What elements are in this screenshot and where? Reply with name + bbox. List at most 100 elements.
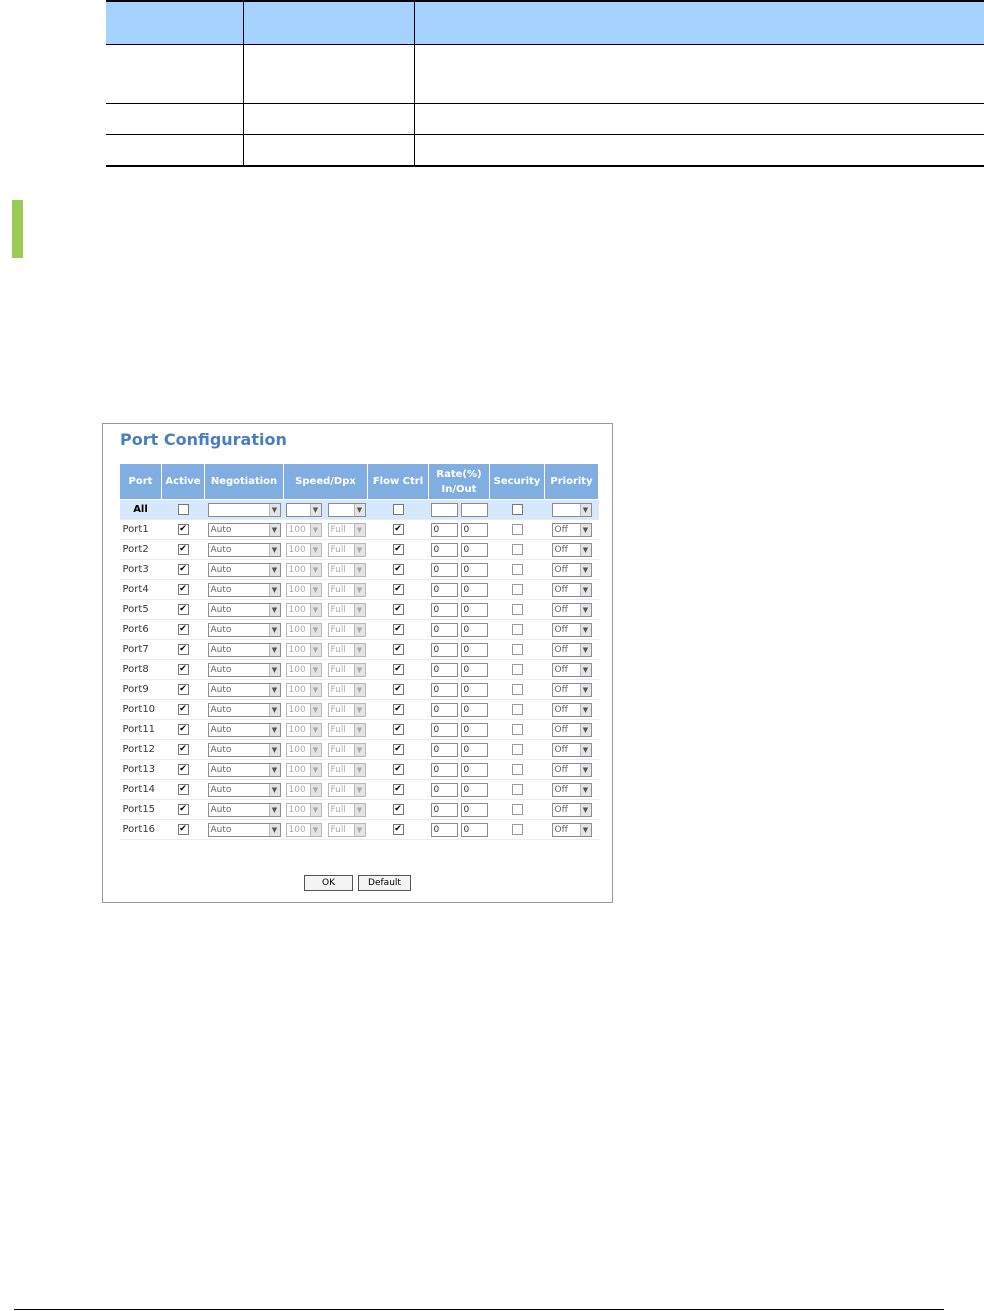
port-duplex-select[interactable]: Full ▼: [327, 742, 366, 757]
port-duplex-select[interactable]: Full ▼: [327, 602, 366, 617]
port-flow-ctrl-checkbox[interactable]: ✔: [392, 643, 404, 655]
port-security-checkbox[interactable]: [511, 803, 523, 815]
port-flow-ctrl-checkbox[interactable]: ✔: [392, 723, 404, 735]
port-speed-select[interactable]: 100 ▼: [285, 682, 322, 697]
port-flow-ctrl-checkbox[interactable]: ✔: [392, 623, 404, 635]
port-active-checkbox[interactable]: ✔: [177, 763, 189, 775]
port-flow-ctrl-checkbox[interactable]: ✔: [392, 583, 404, 595]
port-duplex-select[interactable]: Full ▼: [327, 642, 366, 657]
port-rate-out-input[interactable]: 0: [460, 602, 488, 617]
port-rate-in-input[interactable]: 0: [430, 802, 458, 817]
port-speed-select[interactable]: 100 ▼: [285, 582, 322, 597]
port-speed-select[interactable]: 100 ▼: [285, 522, 322, 537]
port-flow-ctrl-checkbox[interactable]: ✔: [392, 703, 404, 715]
port-negotiation-select[interactable]: Auto ▼: [207, 662, 281, 677]
port-negotiation-select[interactable]: Auto ▼: [207, 542, 281, 557]
port-speed-select[interactable]: 100 ▼: [285, 782, 322, 797]
port-priority-select[interactable]: Off ▼: [551, 722, 592, 737]
port-priority-select[interactable]: Off ▼: [551, 702, 592, 717]
port-priority-select[interactable]: Off ▼: [551, 802, 592, 817]
port-security-checkbox[interactable]: [511, 543, 523, 555]
port-security-checkbox[interactable]: [511, 603, 523, 615]
port-active-checkbox[interactable]: ✔: [177, 543, 189, 555]
port-active-checkbox[interactable]: ✔: [177, 523, 189, 535]
port-rate-out-input[interactable]: 0: [460, 622, 488, 637]
port-speed-select[interactable]: 100 ▼: [285, 702, 322, 717]
port-security-checkbox[interactable]: [511, 623, 523, 635]
port-flow-ctrl-checkbox[interactable]: ✔: [392, 763, 404, 775]
port-duplex-select[interactable]: Full ▼: [327, 682, 366, 697]
all-security-checkbox[interactable]: [511, 503, 523, 515]
port-active-checkbox[interactable]: ✔: [177, 803, 189, 815]
port-priority-select[interactable]: Off ▼: [551, 602, 592, 617]
port-rate-out-input[interactable]: 0: [460, 762, 488, 777]
port-security-checkbox[interactable]: [511, 783, 523, 795]
port-security-checkbox[interactable]: [511, 643, 523, 655]
port-active-checkbox[interactable]: ✔: [177, 743, 189, 755]
port-active-checkbox[interactable]: ✔: [177, 603, 189, 615]
port-duplex-select[interactable]: Full ▼: [327, 722, 366, 737]
port-rate-in-input[interactable]: 0: [430, 622, 458, 637]
port-active-checkbox[interactable]: ✔: [177, 563, 189, 575]
port-rate-out-input[interactable]: 0: [460, 782, 488, 797]
port-rate-out-input[interactable]: 0: [460, 662, 488, 677]
port-speed-select[interactable]: 100 ▼: [285, 742, 322, 757]
port-priority-select[interactable]: Off ▼: [551, 762, 592, 777]
port-security-checkbox[interactable]: [511, 583, 523, 595]
port-speed-select[interactable]: 100 ▼: [285, 662, 322, 677]
all-priority-select[interactable]: ▼: [551, 502, 592, 517]
port-duplex-select[interactable]: Full ▼: [327, 802, 366, 817]
port-rate-in-input[interactable]: 0: [430, 542, 458, 557]
port-negotiation-select[interactable]: Auto ▼: [207, 522, 281, 537]
port-negotiation-select[interactable]: Auto ▼: [207, 822, 281, 837]
port-negotiation-select[interactable]: Auto ▼: [207, 602, 281, 617]
port-flow-ctrl-checkbox[interactable]: ✔: [392, 803, 404, 815]
port-rate-out-input[interactable]: 0: [460, 642, 488, 657]
port-duplex-select[interactable]: Full ▼: [327, 562, 366, 577]
port-duplex-select[interactable]: Full ▼: [327, 662, 366, 677]
port-speed-select[interactable]: 100 ▼: [285, 642, 322, 657]
port-rate-in-input[interactable]: 0: [430, 822, 458, 837]
port-security-checkbox[interactable]: [511, 663, 523, 675]
port-negotiation-select[interactable]: Auto ▼: [207, 802, 281, 817]
port-security-checkbox[interactable]: [511, 683, 523, 695]
port-active-checkbox[interactable]: ✔: [177, 723, 189, 735]
port-active-checkbox[interactable]: ✔: [177, 663, 189, 675]
port-rate-in-input[interactable]: 0: [430, 682, 458, 697]
port-rate-out-input[interactable]: 0: [460, 722, 488, 737]
port-security-checkbox[interactable]: [511, 523, 523, 535]
port-rate-out-input[interactable]: 0: [460, 562, 488, 577]
port-security-checkbox[interactable]: [511, 743, 523, 755]
port-priority-select[interactable]: Off ▼: [551, 562, 592, 577]
port-rate-out-input[interactable]: 0: [460, 742, 488, 757]
port-priority-select[interactable]: Off ▼: [551, 662, 592, 677]
port-duplex-select[interactable]: Full ▼: [327, 762, 366, 777]
port-rate-out-input[interactable]: 0: [460, 522, 488, 537]
port-duplex-select[interactable]: Full ▼: [327, 822, 366, 837]
default-button[interactable]: Default: [358, 875, 411, 891]
port-active-checkbox[interactable]: ✔: [177, 583, 189, 595]
all-active-checkbox[interactable]: [177, 503, 189, 515]
port-priority-select[interactable]: Off ▼: [551, 542, 592, 557]
port-rate-out-input[interactable]: 0: [460, 822, 488, 837]
port-active-checkbox[interactable]: ✔: [177, 683, 189, 695]
port-rate-in-input[interactable]: 0: [430, 722, 458, 737]
port-security-checkbox[interactable]: [511, 823, 523, 835]
port-flow-ctrl-checkbox[interactable]: ✔: [392, 523, 404, 535]
port-rate-in-input[interactable]: 0: [430, 562, 458, 577]
port-duplex-select[interactable]: Full ▼: [327, 582, 366, 597]
all-negotiation-select[interactable]: ▼: [207, 502, 281, 517]
port-duplex-select[interactable]: Full ▼: [327, 622, 366, 637]
port-priority-select[interactable]: Off ▼: [551, 782, 592, 797]
all-rate-in-input[interactable]: [430, 502, 458, 517]
port-rate-in-input[interactable]: 0: [430, 662, 458, 677]
all-duplex-select[interactable]: ▼: [327, 502, 366, 517]
port-priority-select[interactable]: Off ▼: [551, 622, 592, 637]
port-priority-select[interactable]: Off ▼: [551, 682, 592, 697]
port-negotiation-select[interactable]: Auto ▼: [207, 682, 281, 697]
port-rate-in-input[interactable]: 0: [430, 742, 458, 757]
port-duplex-select[interactable]: Full ▼: [327, 542, 366, 557]
all-speed-select[interactable]: ▼: [285, 502, 322, 517]
port-negotiation-select[interactable]: Auto ▼: [207, 762, 281, 777]
port-rate-in-input[interactable]: 0: [430, 782, 458, 797]
